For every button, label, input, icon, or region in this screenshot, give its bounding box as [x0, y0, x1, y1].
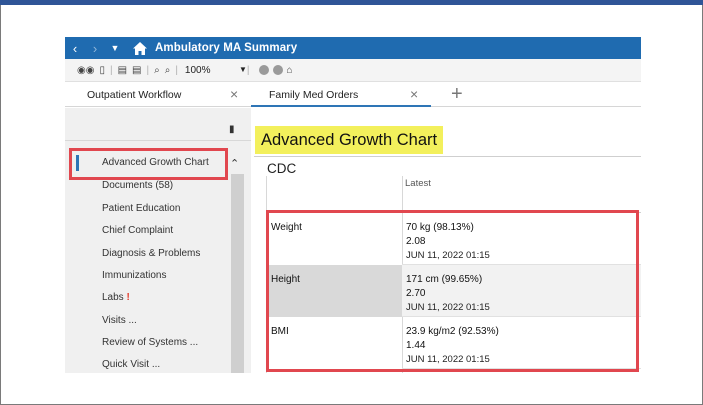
timestamp: JUN 11, 2022 01:15 — [406, 250, 490, 261]
zoom-out-icon[interactable]: ⌕ — [165, 65, 171, 76]
table-row-weight[interactable]: Weight 70 kg (98.13%) 2.08 JUN 11, 2022 … — [266, 213, 641, 265]
window-title: Ambulatory MA Summary — [155, 42, 298, 54]
sidebar-item-quick-visit[interactable]: Quick Visit ... — [102, 359, 160, 370]
title-divider — [254, 156, 641, 157]
caret-down-icon[interactable]: ▼ — [105, 37, 125, 59]
lock-icon[interactable]: ⌂ — [287, 65, 293, 76]
sidebar-item-patient-education[interactable]: Patient Education — [102, 203, 180, 214]
row-label-cell — [266, 265, 402, 317]
toolbar: ◉◉ ▯ | ▤ ▤ | ⌕ ⌕ | 100% ▼ | ⌂ — [65, 59, 641, 82]
sidebar-scrollbar[interactable] — [231, 174, 244, 373]
tab-family-med-orders[interactable]: Family Med Orders — [269, 83, 358, 107]
z-score: 1.44 — [406, 340, 426, 351]
sidebar: ▮ Advanced Growth Chart Documents (58) P… — [65, 108, 251, 373]
print-preview-icon[interactable]: ▤ — [132, 65, 141, 76]
row-label: Weight — [271, 222, 302, 233]
sidebar-item-chief-complaint[interactable]: Chief Complaint — [102, 225, 173, 236]
row-label: Height — [271, 274, 300, 285]
sidebar-item-review-of-systems[interactable]: Review of Systems ... — [102, 337, 198, 348]
toolbar-separator: | — [109, 64, 113, 76]
forward-icon[interactable]: › — [85, 37, 105, 59]
pin-icon[interactable]: ▮ — [229, 124, 235, 135]
z-score: 2.70 — [406, 288, 426, 299]
page-title: Advanced Growth Chart — [255, 126, 443, 154]
section-heading: CDC — [267, 161, 297, 176]
caret-down-icon: ▼ — [239, 64, 247, 74]
close-icon[interactable]: × — [410, 86, 418, 102]
circle-icon[interactable] — [258, 65, 269, 75]
circle-icon[interactable] — [272, 65, 283, 75]
measurement-value: 23.9 kg/m2 (92.53%) — [406, 326, 499, 337]
zoom-value: 100% — [184, 64, 211, 76]
sidebar-item-visits[interactable]: Visits ... — [102, 315, 137, 326]
measurement-value: 70 kg (98.13%) — [406, 222, 474, 233]
row-label-cell — [266, 213, 402, 265]
sidebar-item-immunizations[interactable]: Immunizations — [102, 270, 166, 281]
active-tab-indicator — [251, 105, 431, 107]
app-window: ‹ › ▼ Ambulatory MA Summary ◉◉ ▯ | ▤ ▤ |… — [65, 37, 641, 373]
zoom-select[interactable]: 100% ▼ — [185, 65, 247, 76]
tab-strip: Outpatient Workflow × Family Med Orders … — [65, 83, 641, 107]
table-row-bmi[interactable]: BMI 23.9 kg/m2 (92.53%) 1.44 JUN 11, 202… — [266, 317, 641, 369]
z-score: 2.08 — [406, 236, 426, 247]
content-pane: Advanced Growth Chart CDC Latest Weight … — [251, 108, 641, 373]
sidebar-item-label: Labs — [102, 292, 124, 303]
row-label-cell — [266, 317, 402, 369]
exclamation-icon: ! — [126, 292, 130, 303]
timestamp: JUN 11, 2022 01:15 — [406, 354, 490, 365]
tab-label: Outpatient Workflow — [87, 89, 182, 101]
tab-outpatient-workflow[interactable]: Outpatient Workflow — [87, 83, 181, 107]
timestamp: JUN 11, 2022 01:15 — [406, 302, 490, 313]
annotation-highlight-box — [69, 148, 228, 180]
sidebar-divider — [65, 140, 251, 141]
add-tab-icon[interactable]: + — [451, 83, 463, 105]
sidebar-item-documents[interactable]: Documents (58) — [102, 180, 173, 191]
document-icon[interactable]: ▯ — [99, 65, 105, 76]
home-icon[interactable] — [129, 37, 151, 59]
print-icon[interactable]: ▤ — [118, 65, 127, 76]
row-label: BMI — [271, 326, 289, 337]
toolbar-separator: | — [175, 64, 178, 76]
measurement-value: 171 cm (99.65%) — [406, 274, 483, 285]
close-icon[interactable]: × — [230, 86, 238, 102]
zoom-in-icon[interactable]: ⌕ — [154, 65, 160, 76]
chevron-up-icon[interactable]: ⌃ — [230, 157, 239, 170]
title-bar: ‹ › ▼ Ambulatory MA Summary — [65, 37, 641, 59]
back-icon[interactable]: ‹ — [65, 37, 85, 59]
table-row-height[interactable]: Height 171 cm (99.65%) 2.70 JUN 11, 2022… — [266, 265, 641, 317]
sidebar-item-labs[interactable]: Labs ! — [102, 292, 130, 303]
tab-label: Family Med Orders — [269, 89, 359, 101]
sidebar-item-diagnosis-problems[interactable]: Diagnosis & Problems — [102, 248, 200, 259]
binoculars-icon[interactable]: ◉◉ — [77, 65, 94, 76]
toolbar-separator: | — [246, 64, 250, 76]
toolbar-separator: | — [146, 64, 150, 76]
column-header-latest: Latest — [405, 178, 431, 189]
